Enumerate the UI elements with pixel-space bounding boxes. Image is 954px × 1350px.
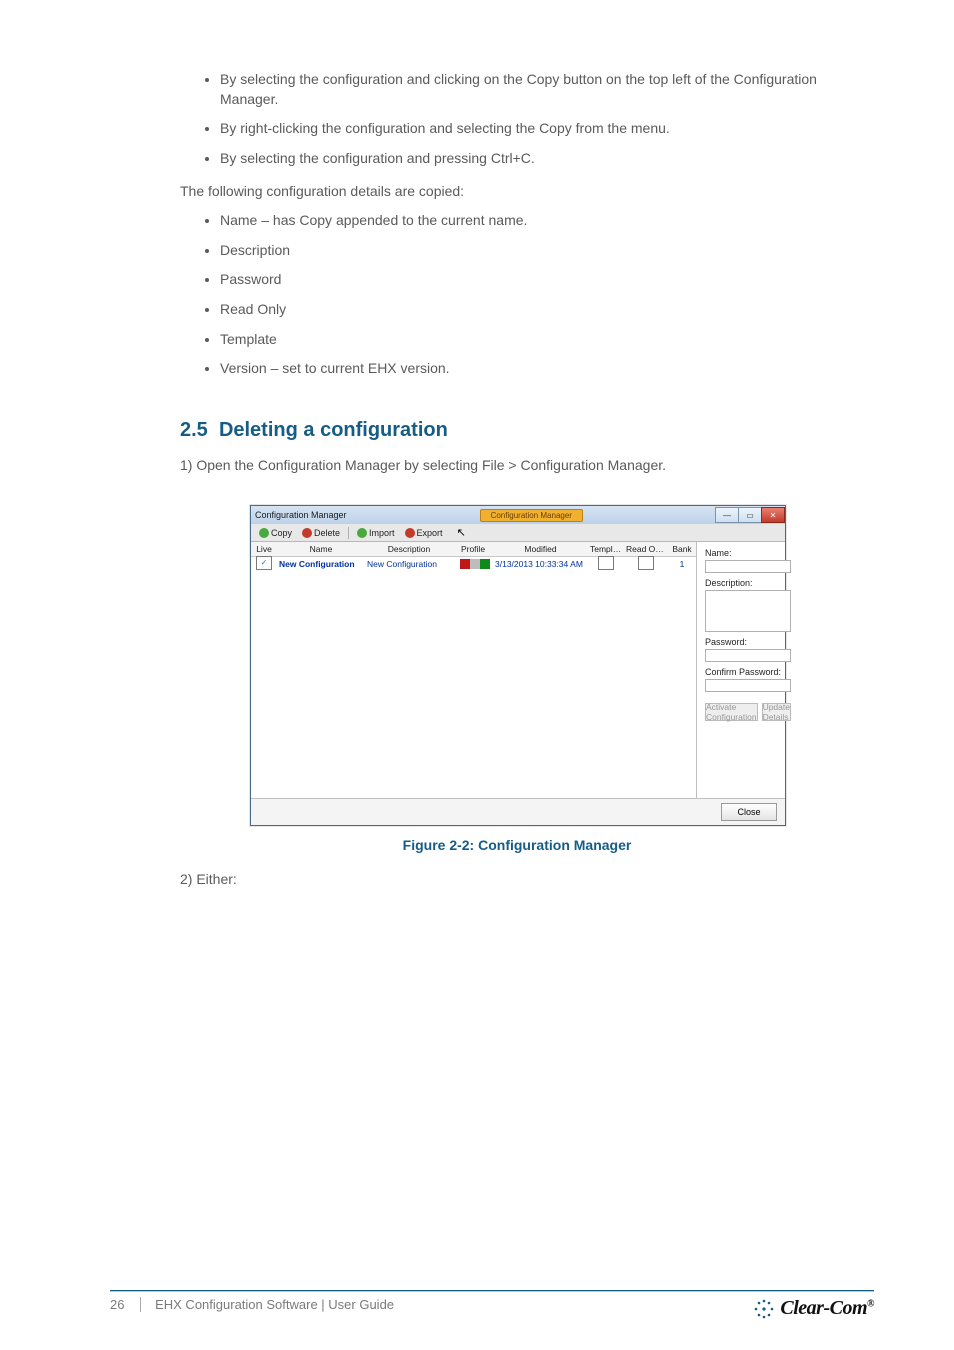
details-panel: Name: Description: Password: Confirm Pas… [697, 542, 799, 798]
delete-icon [302, 528, 312, 538]
password-input[interactable] [705, 649, 791, 662]
figure-caption: Figure 2-2: Configuration Manager [180, 836, 854, 856]
col-name[interactable]: Name [277, 543, 365, 555]
step-2: 2) Either: [180, 870, 854, 890]
window-titlebar[interactable]: Configuration Manager Configuration Mana… [251, 506, 785, 524]
page-number: 26 [110, 1297, 141, 1312]
template-checkbox[interactable] [598, 556, 614, 570]
configuration-manager-window: Configuration Manager Configuration Mana… [250, 505, 786, 826]
col-modified[interactable]: Modified [493, 543, 588, 555]
description-label: Description: [705, 578, 791, 588]
update-details-button[interactable]: Update Details [762, 703, 791, 721]
profile-swatch-grey [470, 559, 480, 569]
window-maximize-button[interactable]: ▭ [738, 507, 762, 523]
col-profile[interactable]: Profile [453, 543, 493, 555]
copy-procedure-item: By selecting the configuration and press… [220, 149, 854, 169]
window-title-badge: Configuration Manager [347, 509, 716, 522]
cell-description: New Configuration [365, 558, 453, 570]
profile-swatch-green [480, 559, 490, 569]
brand-logo: Clear-Com® [754, 1297, 874, 1320]
cursor-icon: ↖ [457, 526, 466, 539]
window-close-button[interactable]: ✕ [761, 507, 785, 523]
copied-details-item: Read Only [220, 300, 854, 320]
copy-icon [259, 528, 269, 538]
copy-button[interactable]: Copy [255, 527, 296, 539]
step-1: 1) Open the Configuration Manager by sel… [180, 456, 854, 476]
cell-name: New Configuration [277, 558, 365, 570]
delete-button[interactable]: Delete [298, 527, 344, 539]
close-button[interactable]: Close [721, 803, 777, 821]
cell-modified: 3/13/2013 10:33:34 AM [493, 558, 588, 570]
page-footer: 26 EHX Configuration Software | User Gui… [0, 1290, 954, 1320]
copied-details-item: Template [220, 330, 854, 350]
profile-swatch-red [460, 559, 470, 569]
toolbar: Copy Delete Import Export ↖ [251, 524, 785, 542]
section-heading-delete-config: 2.5 Deleting a configuration [180, 419, 854, 442]
copy-procedure-item: By right-clicking the configuration and … [220, 119, 854, 139]
toolbar-divider [348, 527, 349, 539]
copied-details-list: Name – has Copy appended to the current … [220, 211, 854, 379]
cell-profile [453, 558, 497, 570]
copy-procedures-list: By selecting the configuration and click… [220, 70, 854, 168]
import-button[interactable]: Import [353, 527, 399, 539]
export-button[interactable]: Export [401, 527, 447, 539]
live-checkbox[interactable] [256, 556, 272, 570]
footer-doc-title: EHX Configuration Software | User Guide [155, 1297, 394, 1312]
col-bank[interactable]: Bank [668, 543, 696, 555]
copied-details-item: Description [220, 241, 854, 261]
col-live[interactable]: Live [251, 543, 277, 555]
window-title: Configuration Manager [255, 510, 347, 520]
copied-details-item: Password [220, 270, 854, 290]
export-icon [405, 528, 415, 538]
copied-details-item: Version – set to current EHX version. [220, 359, 854, 379]
confirm-password-label: Confirm Password: [705, 667, 791, 677]
copied-details-intro: The following configuration details are … [180, 182, 854, 201]
name-label: Name: [705, 548, 791, 558]
window-minimize-button[interactable]: — [715, 507, 739, 523]
activate-configuration-button[interactable]: Activate Configuration [705, 703, 758, 721]
logo-icon [754, 1299, 774, 1319]
password-label: Password: [705, 637, 791, 647]
col-readonly[interactable]: Read Only [624, 543, 668, 555]
confirm-password-input[interactable] [705, 679, 791, 692]
col-template[interactable]: Template [588, 543, 624, 555]
brand-text: Clear-Com® [780, 1297, 874, 1320]
table-row[interactable]: New Configuration New Configuration 3/13… [251, 557, 696, 571]
import-icon [357, 528, 367, 538]
readonly-checkbox[interactable] [638, 556, 654, 570]
col-description[interactable]: Description [365, 543, 453, 555]
cell-bank: 1 [668, 558, 696, 570]
name-input[interactable] [705, 560, 791, 573]
copy-procedure-item: By selecting the configuration and click… [220, 70, 854, 109]
description-textarea[interactable] [705, 590, 791, 632]
copied-details-item: Name – has Copy appended to the current … [220, 211, 854, 231]
